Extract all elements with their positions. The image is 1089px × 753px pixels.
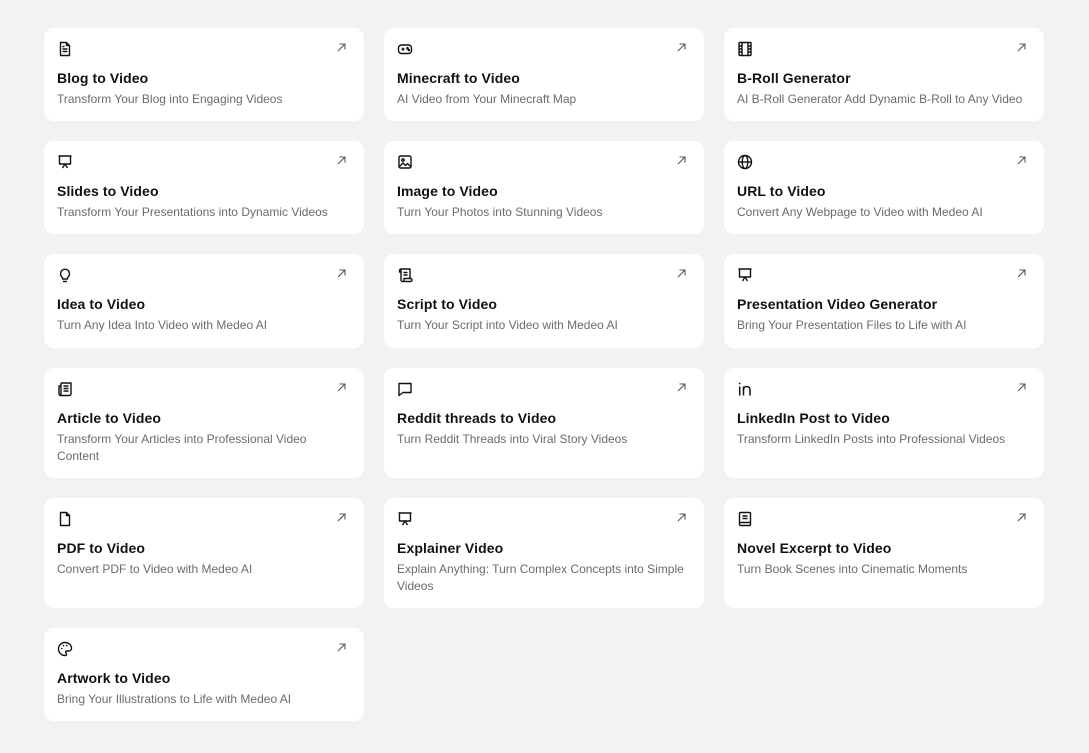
- card-url-to-video[interactable]: URL to Video Convert Any Webpage to Vide…: [724, 141, 1044, 234]
- arrow-up-right-icon: [1016, 512, 1027, 523]
- globe-icon: [737, 154, 753, 170]
- card-slides-to-video[interactable]: Slides to Video Transform Your Presentat…: [44, 141, 364, 234]
- card-explainer-video[interactable]: Explainer Video Explain Anything: Turn C…: [384, 498, 704, 608]
- card-title: Article to Video: [57, 410, 162, 426]
- arrow-up-right-icon: [676, 155, 687, 166]
- card-title: Minecraft to Video: [397, 70, 520, 86]
- card-description: Turn Reddit Threads into Viral Story Vid…: [397, 432, 628, 446]
- card-b-roll-generator[interactable]: B-Roll Generator AI B-Roll Generator Add…: [724, 28, 1044, 121]
- card-artwork-to-video[interactable]: Artwork to Video Bring Your Illustration…: [44, 628, 364, 721]
- palette-icon: [57, 641, 73, 657]
- arrow-up-right-icon: [1016, 268, 1027, 279]
- card-title: Image to Video: [397, 183, 498, 199]
- card-novel-excerpt-to-video[interactable]: Novel Excerpt to Video Turn Book Scenes …: [724, 498, 1044, 608]
- presentation-icon: [57, 154, 73, 170]
- card-description: Turn Your Script into Video with Medeo A…: [397, 318, 618, 332]
- card-description: Transform LinkedIn Posts into Profession…: [737, 432, 1006, 446]
- card-description: Transform Your Presentations into Dynami…: [57, 205, 328, 219]
- arrow-up-right-icon: [336, 42, 347, 53]
- image-icon: [397, 154, 413, 170]
- card-title: Presentation Video Generator: [737, 296, 938, 312]
- card-title: Reddit threads to Video: [397, 410, 557, 426]
- file-icon: [57, 511, 73, 527]
- card-linkedin-post-to-video[interactable]: LinkedIn Post to Video Transform LinkedI…: [724, 368, 1044, 478]
- card-minecraft-to-video[interactable]: Minecraft to Video AI Video from Your Mi…: [384, 28, 704, 121]
- card-description: Turn Your Photos into Stunning Videos: [397, 205, 603, 219]
- card-script-to-video[interactable]: Script to Video Turn Your Script into Vi…: [384, 254, 704, 348]
- card-title: Blog to Video: [57, 70, 149, 86]
- film-icon: [737, 41, 753, 57]
- arrow-up-right-icon: [676, 382, 687, 393]
- arrow-up-right-icon: [676, 42, 687, 53]
- arrow-up-right-icon: [1016, 42, 1027, 53]
- gamepad-icon: [397, 41, 413, 57]
- card-description: Turn Any Idea Into Video with Medeo AI: [57, 318, 268, 332]
- arrow-up-right-icon: [336, 268, 347, 279]
- card-blog-to-video[interactable]: Blog to Video Transform Your Blog into E…: [44, 28, 364, 121]
- card-title: Artwork to Video: [57, 670, 171, 686]
- scroll-icon: [397, 267, 413, 283]
- card-description: Explain Anything: Turn Complex Concepts …: [397, 562, 684, 593]
- arrow-up-right-icon: [336, 382, 347, 393]
- card-description: Transform Your Blog into Engaging Videos: [57, 92, 283, 106]
- card-image-to-video[interactable]: Image to Video Turn Your Photos into Stu…: [384, 141, 704, 234]
- arrow-up-right-icon: [1016, 382, 1027, 393]
- card-description: Convert PDF to Video with Medeo AI: [57, 562, 253, 576]
- book-icon: [737, 511, 753, 527]
- arrow-up-right-icon: [336, 642, 347, 653]
- card-title: URL to Video: [737, 183, 826, 199]
- chat-bubble-icon: [397, 381, 413, 397]
- card-title: LinkedIn Post to Video: [737, 410, 890, 426]
- card-description: Bring Your Illustrations to Life with Me…: [57, 692, 292, 706]
- card-title: Slides to Video: [57, 183, 159, 199]
- arrow-up-right-icon: [676, 512, 687, 523]
- card-pdf-to-video[interactable]: PDF to Video Convert PDF to Video with M…: [44, 498, 364, 608]
- presentation-icon: [737, 267, 753, 283]
- arrow-up-right-icon: [336, 512, 347, 523]
- arrow-up-right-icon: [1016, 155, 1027, 166]
- card-title: Script to Video: [397, 296, 498, 312]
- lightbulb-icon: [57, 267, 73, 283]
- card-description: Convert Any Webpage to Video with Medeo …: [737, 205, 983, 219]
- newspaper-icon: [57, 381, 73, 397]
- card-presentation-video-generator[interactable]: Presentation Video Generator Bring Your …: [724, 254, 1044, 348]
- card-description: AI B-Roll Generator Add Dynamic B-Roll t…: [737, 92, 1023, 106]
- presentation-icon: [397, 511, 413, 527]
- card-idea-to-video[interactable]: Idea to Video Turn Any Idea Into Video w…: [44, 254, 364, 348]
- card-title: B-Roll Generator: [737, 70, 851, 86]
- linkedin-icon: [737, 381, 753, 397]
- document-icon: [57, 41, 73, 57]
- tools-grid: Blog to Video Transform Your Blog into E…: [0, 0, 1089, 753]
- card-description: AI Video from Your Minecraft Map: [397, 92, 577, 106]
- arrow-up-right-icon: [336, 155, 347, 166]
- card-description: Bring Your Presentation Files to Life wi…: [737, 318, 967, 332]
- card-title: Explainer Video: [397, 540, 504, 556]
- card-title: Novel Excerpt to Video: [737, 540, 892, 556]
- card-description: Turn Book Scenes into Cinematic Moments: [737, 562, 968, 576]
- card-description: Transform Your Articles into Professiona…: [57, 432, 307, 463]
- arrow-up-right-icon: [676, 268, 687, 279]
- card-article-to-video[interactable]: Article to Video Transform Your Articles…: [44, 368, 364, 478]
- card-title: PDF to Video: [57, 540, 146, 556]
- card-title: Idea to Video: [57, 296, 146, 312]
- card-reddit-threads-to-video[interactable]: Reddit threads to Video Turn Reddit Thre…: [384, 368, 704, 478]
